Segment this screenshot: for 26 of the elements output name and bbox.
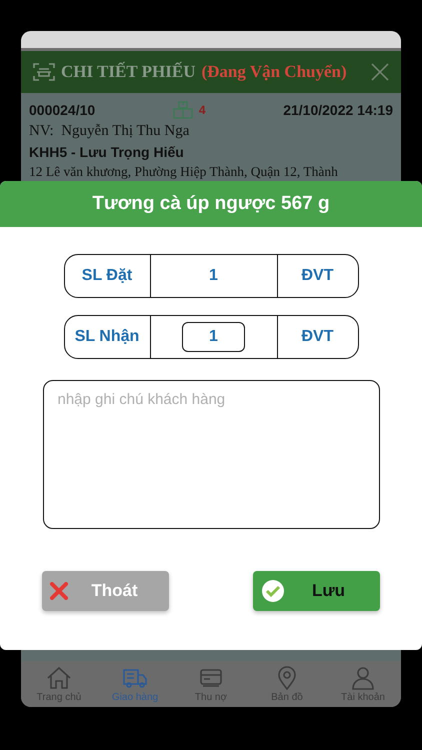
quantity-input[interactable]: 1 <box>182 322 245 352</box>
customer-address: 12 Lê văn khương, Phường Hiệp Thành, Quận 12, Thành <box>29 164 339 180</box>
order-datetime: 21/10/2022 14:19 <box>283 102 393 118</box>
boxes-icon <box>172 101 193 119</box>
order-code: 000024/10 <box>29 102 96 118</box>
home-icon <box>46 666 72 690</box>
tab-item[interactable]: Giao hàng <box>97 661 173 707</box>
scan-icon <box>33 62 55 82</box>
unit-label: ĐVT <box>300 327 334 347</box>
user-icon <box>350 666 376 690</box>
close-icon <box>50 582 68 600</box>
quantity-label: SL Đặt <box>80 266 134 286</box>
check-icon <box>261 579 285 603</box>
dialog-title: Tương cà úp ngược 567 g <box>0 181 422 227</box>
note-field[interactable]: nhập ghi chú khách hàng <box>42 380 380 529</box>
exit-button[interactable]: Thoát <box>42 571 169 611</box>
close-icon[interactable] <box>371 63 389 81</box>
quantity-label: SL Nhận <box>74 327 140 347</box>
quantity-value: 1 <box>209 267 218 285</box>
save-button[interactable]: Lưu <box>253 571 380 611</box>
staff-name: NV: Nguyễn Thị Thu Nga <box>29 123 190 140</box>
customer-name: KHH5 - Lưu Trọng Hiếu <box>29 144 185 160</box>
screen-title: CHI TIẾT PHIẾU <box>61 62 196 82</box>
order-status: (Đang Vận Chuyển) <box>201 62 347 82</box>
package-count: 4 <box>198 103 206 117</box>
unit-label: ĐVT <box>300 266 334 286</box>
